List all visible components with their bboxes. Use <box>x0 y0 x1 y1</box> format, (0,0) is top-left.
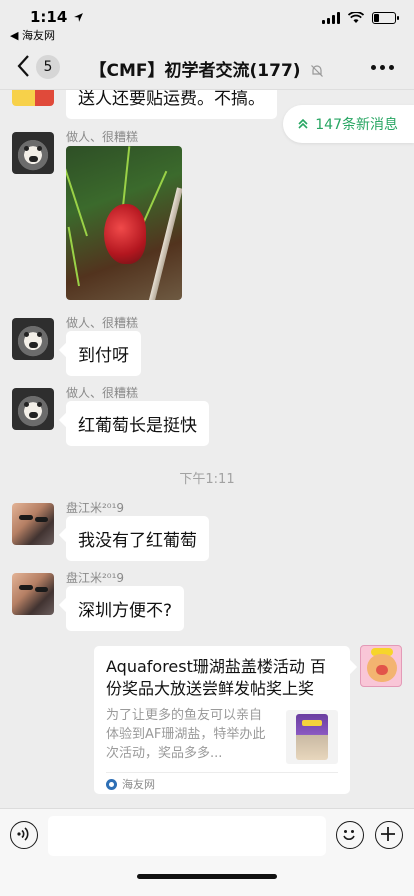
home-indicator[interactable] <box>137 874 277 879</box>
link-card-thumbnail <box>286 710 338 764</box>
message-bubble[interactable]: 送人还要贴运费。不搞。 <box>66 90 277 119</box>
back-to-app-link[interactable]: ◀ 海友网 <box>10 27 55 43</box>
avatar-self[interactable] <box>360 645 402 687</box>
link-card-source-label: 海友网 <box>122 778 155 791</box>
sender-name: 做人、很糟糕 <box>66 130 139 144</box>
more-dot <box>370 64 376 70</box>
sender-name: 做人、很糟糕 <box>66 316 139 330</box>
message-bubble[interactable]: 红葡萄长是挺快 <box>66 401 209 446</box>
link-card-description: 为了让更多的鱼友可以亲自体验到AF珊湖盐，特举办此次活动，奖品多多... <box>106 708 266 761</box>
plus-button[interactable] <box>375 821 403 849</box>
emoji-icon <box>343 830 355 840</box>
more-options-button[interactable] <box>368 58 396 76</box>
mute-bell-icon <box>311 65 324 77</box>
link-card-message[interactable]: Aquaforest珊湖盐盖楼活动 百份奖品大放送尝鲜发帖奖上奖 为了让更多的鱼… <box>94 646 350 794</box>
location-arrow-icon <box>73 13 83 22</box>
link-card-title: Aquaforest珊湖盐盖楼活动 百份奖品大放送尝鲜发帖奖上奖 <box>106 657 326 698</box>
double-chevron-up-icon <box>298 118 308 129</box>
avatar-couple[interactable] <box>12 503 54 545</box>
signal-icon <box>322 12 340 24</box>
voice-icon <box>17 827 29 841</box>
message-bubble[interactable]: 深圳方便不? <box>66 586 185 631</box>
status-bar: 1:14 ◀ 海友网 <box>0 0 414 44</box>
wifi-icon <box>348 12 364 23</box>
voice-button[interactable] <box>10 821 38 849</box>
more-dot <box>388 64 394 70</box>
input-bar <box>0 808 414 896</box>
chat-title-text: 【CMF】初学者交流(177) <box>89 61 301 81</box>
avatar-partial[interactable] <box>12 90 54 106</box>
more-dot <box>379 64 385 70</box>
avatar-dog[interactable] <box>12 388 54 430</box>
avatar-dog[interactable] <box>12 132 54 174</box>
message-bubble[interactable]: 到付呀 <box>66 331 141 376</box>
new-messages-button[interactable]: 147条新消息 <box>283 105 414 143</box>
status-icons <box>322 12 399 24</box>
message-input[interactable] <box>48 816 326 856</box>
image-message-aquarium-plant[interactable] <box>66 146 182 300</box>
message-bubble[interactable]: 我没有了红葡萄 <box>66 516 209 561</box>
sender-name: 做人、很糟糕 <box>66 386 139 400</box>
status-time-text: 1:14 <box>30 8 68 26</box>
back-chevron-icon <box>17 55 29 77</box>
new-messages-label: 147条新消息 <box>315 117 398 133</box>
unread-count-badge[interactable]: 5 <box>36 55 60 79</box>
source-logo-icon <box>106 778 117 790</box>
emoji-button[interactable] <box>336 821 364 849</box>
chat-title: 【CMF】初学者交流(177) <box>70 56 344 81</box>
avatar-couple[interactable] <box>12 573 54 615</box>
sender-name: 盘江米²⁰¹9 <box>66 571 125 585</box>
status-time: 1:14 <box>30 8 84 26</box>
chat-header: 5 【CMF】初学者交流(177) <box>0 44 414 90</box>
time-separator: 下午1:11 <box>179 472 235 487</box>
link-card-source: 海友网 <box>106 776 155 792</box>
battery-icon <box>372 12 399 24</box>
link-card-divider <box>106 772 338 773</box>
plus-icon <box>381 827 395 841</box>
chat-area[interactable]: 送人还要贴运费。不搞。 147条新消息 做人、很糟糕 做人、很糟糕 到付呀 做人… <box>0 90 414 808</box>
avatar-dog[interactable] <box>12 318 54 360</box>
sender-name: 盘江米²⁰¹9 <box>66 501 125 515</box>
